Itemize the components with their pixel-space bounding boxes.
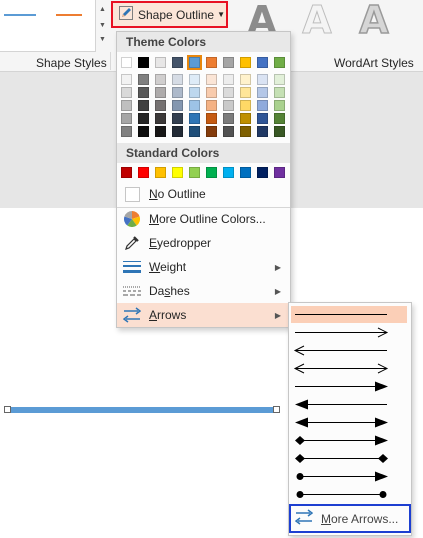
standard-color-swatch[interactable] [189,167,200,178]
gallery-up-arrow-icon[interactable]: ▲ [99,6,106,13]
arrow-style-diamond-end[interactable] [291,432,407,449]
gallery-scroll[interactable]: ▲ ▼ ▼ [96,0,110,52]
standard-color-swatch[interactable] [138,167,149,178]
arrow-style-oval-end[interactable] [291,468,407,485]
gallery-style-preview-2[interactable] [56,14,82,16]
more-arrows-button[interactable]: More Arrows... [289,504,411,533]
arrows-icon [294,509,314,528]
standard-colors-grid [117,32,290,192]
caret-down-icon: ▼ [217,10,225,19]
more-outline-colors-item[interactable]: More Outline Colors... [117,207,290,231]
line-handle-left[interactable] [4,406,11,413]
arrows-submenu: More Arrows... [288,302,412,536]
arrow-style-oval-both[interactable] [291,486,407,503]
eyedropper-label: Eyedropper [149,236,212,250]
arrows-item[interactable]: Arrows ▶ [117,303,290,327]
line-weight-icon [117,260,147,274]
more-outline-colors-label: More Outline Colors... [149,212,266,226]
line-handle-right[interactable] [273,406,280,413]
standard-color-swatch[interactable] [155,167,166,178]
eyedropper-item[interactable]: Eyedropper [117,231,290,255]
standard-color-swatch[interactable] [172,167,183,178]
shape-styles-gallery[interactable] [0,0,96,52]
standard-color-swatch[interactable] [240,167,251,178]
arrow-style-open-start[interactable] [291,342,407,359]
no-outline-swatch-icon [117,186,147,202]
arrow-style-solid-both[interactable] [291,414,407,431]
submenu-arrow-icon: ▶ [274,310,281,320]
line-shape[interactable] [8,407,276,413]
arrow-style-none[interactable] [291,306,407,323]
standard-color-swatch[interactable] [206,167,217,178]
arrow-style-open-end[interactable] [291,324,407,341]
arrows-label: Arrows [149,308,187,322]
no-outline-item[interactable]: No Outline [117,182,290,206]
gallery-more-icon[interactable]: ▼ [99,36,106,43]
standard-color-swatch[interactable] [121,167,132,178]
submenu-arrow-icon: ▶ [274,262,281,272]
ribbon-group-separator [110,52,111,70]
gallery-style-preview-1[interactable] [4,14,36,16]
pencil-outline-icon [119,6,133,23]
submenu-arrow-icon: ▶ [274,286,281,296]
standard-color-swatch[interactable] [223,167,234,178]
color-wheel-icon [117,211,147,227]
shape-outline-button[interactable]: Shape Outline ▼ [111,1,228,28]
arrows-icon [117,307,147,323]
no-outline-label: No Outline [149,187,206,201]
dashes-label: Dashes [149,284,190,298]
weight-item[interactable]: Weight ▶ [117,255,290,279]
wordart-style-2[interactable]: A [297,0,337,41]
arrow-style-diamond-both[interactable] [291,450,407,467]
wordart-styles-group-label: WordArt Styles [334,56,414,70]
gallery-down-arrow-icon[interactable]: ▼ [99,22,106,29]
dashes-icon [117,285,147,297]
shape-outline-menu: Theme Colors Standard Colors No Outline … [116,31,291,328]
arrow-style-solid-end[interactable] [291,378,407,395]
shape-outline-label: Shape Outline [138,7,215,22]
wordart-style-3[interactable]: A [354,0,394,41]
eyedropper-icon [117,235,147,251]
shape-styles-group-label: Shape Styles [36,56,107,70]
standard-color-swatch[interactable] [257,167,268,178]
arrow-style-open-both[interactable] [291,360,407,377]
more-arrows-label: More Arrows... [321,511,399,526]
weight-label: Weight [149,260,187,274]
dashes-item[interactable]: Dashes ▶ [117,279,290,303]
arrow-style-solid-start[interactable] [291,396,407,413]
standard-color-swatch[interactable] [274,167,285,178]
